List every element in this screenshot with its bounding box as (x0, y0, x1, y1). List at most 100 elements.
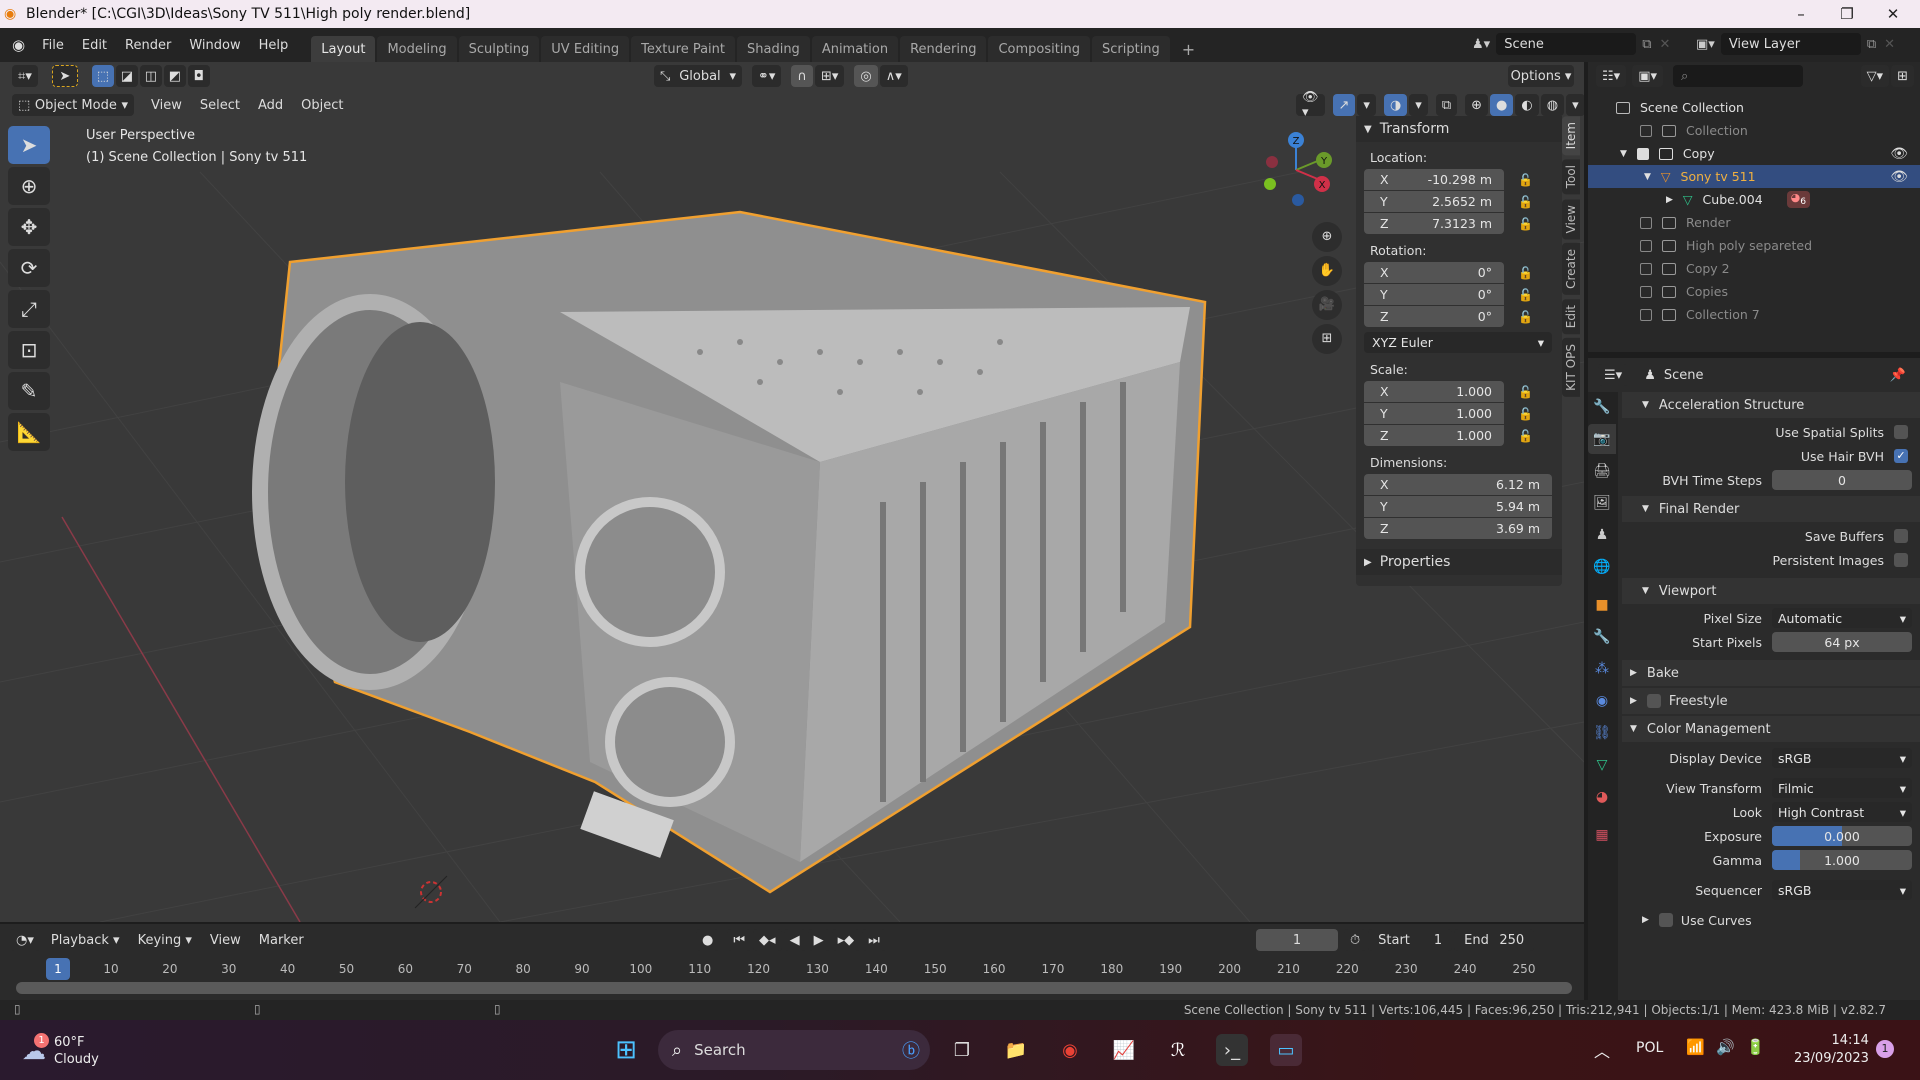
outliner-row[interactable]: High poly separeted (1588, 234, 1920, 257)
visibility-icon[interactable]: 👁▾ (1296, 90, 1325, 120)
scene-collection-row[interactable]: Scene Collection (1588, 96, 1920, 119)
menu-edit[interactable]: Edit (73, 38, 116, 53)
texture-tab-icon[interactable]: ▦ (1588, 820, 1616, 850)
start-frame-field[interactable]: Start 1 (1368, 929, 1453, 951)
constraints-tab-icon[interactable]: ⛓ (1588, 718, 1616, 748)
windows-start-icon[interactable]: ⊞ (610, 1034, 642, 1066)
outliner-row[interactable]: Copies (1588, 280, 1920, 303)
menu-render[interactable]: Render (116, 38, 180, 53)
tab-shading[interactable]: Shading (737, 36, 810, 62)
zoom-icon[interactable]: ⊕ (1312, 222, 1342, 252)
material-badge[interactable]: ◕6 (1786, 191, 1811, 208)
outliner-row-selected[interactable]: ▼ ▽ Sony tv 511 👁 (1588, 165, 1920, 188)
solid-shading-icon[interactable]: ● (1490, 94, 1514, 116)
save-buffers-checkbox[interactable] (1894, 529, 1908, 543)
world-tab-icon[interactable]: 🌐 (1588, 552, 1616, 582)
exclude-checkbox[interactable] (1640, 239, 1652, 252)
snap-target-icon[interactable]: ⊞▾ (814, 65, 845, 87)
language-indicator[interactable]: POL (1636, 1040, 1663, 1056)
modifier-tab-icon[interactable]: 🔧 (1588, 622, 1616, 652)
rotation-mode-dropdown[interactable]: XYZ Euler ▾ (1364, 332, 1552, 353)
overlay-dropdown-icon[interactable]: ▾ (1409, 94, 1428, 116)
lock-icon[interactable]: 🔓 (1518, 266, 1533, 280)
wifi-icon[interactable]: 📶 (1686, 1038, 1705, 1056)
rotation-z-field[interactable]: Z 0° (1364, 306, 1504, 327)
jump-start-icon[interactable]: ⏮ (727, 929, 752, 951)
blender-menu-icon[interactable]: ◉ (12, 36, 25, 54)
object-data-tab-icon[interactable]: ▽ (1588, 750, 1616, 780)
bvh-time-steps-field[interactable]: 0 (1772, 470, 1912, 490)
xray-toggle-icon[interactable]: ⧉ (1435, 94, 1458, 116)
terminal-icon[interactable]: ›_ (1216, 1034, 1248, 1066)
lock-icon[interactable]: 🔓 (1518, 288, 1533, 302)
prev-keyframe-icon[interactable]: ◆◂ (753, 929, 782, 951)
lock-icon[interactable]: 🔓 (1518, 195, 1533, 209)
new-collection-icon[interactable]: ⊞ (1891, 65, 1914, 87)
menu-help[interactable]: Help (250, 38, 298, 53)
timeline-scrollbar[interactable] (16, 982, 1572, 994)
lock-icon[interactable]: 🔓 (1518, 429, 1533, 443)
visibility-eye-icon[interactable]: 👁 (1890, 169, 1908, 185)
annotate-tool-icon[interactable]: ✎ (8, 372, 50, 410)
dimension-x-field[interactable]: X 6.12 m (1364, 474, 1552, 495)
menu-window[interactable]: Window (180, 38, 249, 53)
sidebar-tab-kit-ops[interactable]: KIT OPS (1562, 338, 1580, 398)
outliner-search-input[interactable]: ⌕ (1673, 65, 1803, 87)
options-dropdown[interactable]: Options ▾ (1508, 65, 1574, 87)
transform-tool-icon[interactable]: ⊡ (8, 331, 50, 369)
delete-view-layer-icon[interactable]: ✕ (1884, 37, 1895, 52)
overlay-toggle-icon[interactable]: ◑ (1383, 94, 1408, 116)
location-x-field[interactable]: X -10.298 m (1364, 169, 1504, 190)
view-layer-filter-icon[interactable]: ▣▾ (1632, 65, 1663, 87)
outliner-row[interactable]: Collection (1588, 119, 1920, 142)
exclude-checkbox[interactable] (1640, 285, 1652, 298)
expand-arrow-icon[interactable]: ▼ (1620, 149, 1627, 159)
dimension-z-field[interactable]: Z 3.69 m (1364, 518, 1552, 539)
properties-editor-type-icon[interactable]: ☰▾ (1598, 364, 1629, 386)
final-render-header[interactable]: ▼ Final Render (1622, 496, 1920, 522)
acceleration-structure-header[interactable]: ▼ Acceleration Structure (1622, 392, 1920, 418)
pin-icon[interactable]: 📌 (1890, 368, 1906, 383)
timeline-menu-keying[interactable]: Keying ▾ (129, 933, 201, 948)
camera-view-icon[interactable]: 🎥 (1312, 290, 1342, 320)
minimize-button[interactable]: – (1778, 0, 1824, 28)
weather-widget[interactable]: ☁ 1 60°F Cloudy (22, 1033, 99, 1068)
scale-y-field[interactable]: Y 1.000 (1364, 403, 1504, 424)
transform-panel-header[interactable]: ▼ Transform (1356, 116, 1562, 142)
scene-tab-icon[interactable]: ♟ (1588, 520, 1616, 550)
record-icon[interactable]: ● (696, 929, 720, 951)
view-transform-dropdown[interactable]: Filmic ▾ (1772, 778, 1912, 798)
playhead-frame-indicator[interactable]: 1 (46, 958, 70, 980)
snap-toggle-icon[interactable]: ∩ (791, 65, 813, 87)
proportional-edit-icon[interactable]: ◎ (854, 65, 878, 87)
perspective-toggle-icon[interactable]: ⊞ (1312, 324, 1342, 354)
display-device-dropdown[interactable]: sRGB ▾ (1772, 748, 1912, 768)
rendered-shading-icon[interactable]: ◍ (1540, 94, 1565, 116)
timeline-menu-marker[interactable]: Marker (250, 933, 313, 948)
battery-icon[interactable]: 🔋 (1746, 1038, 1765, 1056)
lock-icon[interactable]: 🔓 (1518, 217, 1533, 231)
select-box-tool-icon[interactable]: ➤ (8, 126, 50, 164)
viewport-menu-object[interactable]: Object (292, 98, 352, 113)
navigation-gizmo[interactable]: Z Y X (1262, 128, 1342, 208)
freestyle-header[interactable]: ▶ Freestyle (1622, 688, 1920, 714)
exclude-checkbox[interactable] (1640, 216, 1652, 229)
view-layer-tab-icon[interactable]: 🖼 (1588, 488, 1616, 518)
rotate-tool-icon[interactable]: ⟳ (8, 249, 50, 287)
new-scene-icon[interactable]: ⧉ (1642, 37, 1651, 52)
play-icon[interactable]: ▶ (807, 929, 830, 951)
rotation-y-field[interactable]: Y 0° (1364, 284, 1504, 305)
end-frame-field[interactable]: End 250 (1454, 929, 1535, 951)
timeline-editor-type-icon[interactable]: ◔▾ (10, 929, 40, 951)
outliner-row[interactable]: Collection 7 (1588, 303, 1920, 326)
scene-icon[interactable]: ♟▾ (1472, 37, 1490, 52)
tool-tab-icon[interactable]: 🔧 (1588, 392, 1616, 422)
scale-tool-icon[interactable]: ⤢ (8, 290, 50, 328)
lock-icon[interactable]: 🔓 (1518, 385, 1533, 399)
sequencer-dropdown[interactable]: sRGB ▾ (1772, 880, 1912, 900)
scene-name-field[interactable]: Scene (1496, 33, 1637, 55)
particles-tab-icon[interactable]: ⁂ (1588, 654, 1616, 684)
tab-texture-paint[interactable]: Texture Paint (631, 36, 735, 62)
lock-icon[interactable]: 🔓 (1518, 310, 1533, 324)
use-curves-row[interactable]: ▶ Use Curves (1622, 908, 1920, 932)
